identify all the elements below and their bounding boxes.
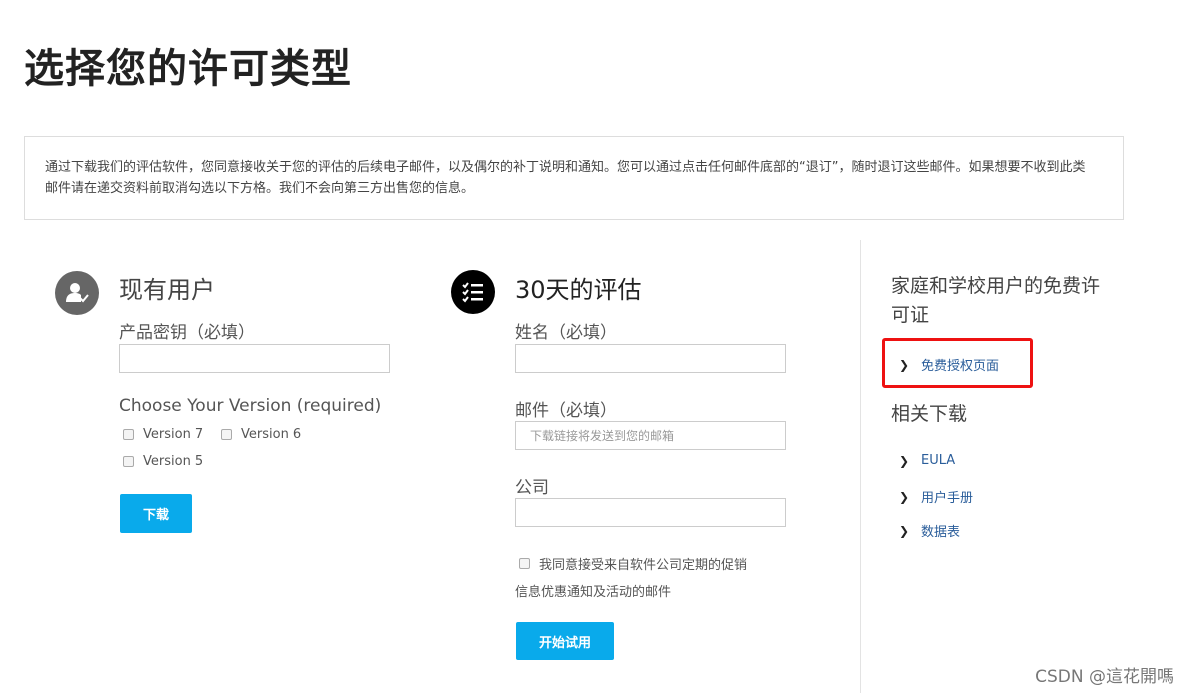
chevron-right-icon: ❯	[899, 523, 910, 538]
product-key-label: 产品密钥（必填）	[119, 323, 255, 343]
email-label: 邮件（必填）	[515, 401, 617, 421]
eula-link-label: EULA	[921, 453, 956, 468]
existing-user-title: 现有用户	[119, 276, 215, 304]
chevron-right-icon: ❯	[899, 489, 910, 504]
free-license-link-label: 免费授权页面	[921, 359, 1000, 374]
free-license-heading-line-2: 可证	[891, 304, 930, 326]
company-input[interactable]	[515, 498, 786, 527]
datasheet-link[interactable]: ❯ 数据表	[899, 521, 961, 541]
trial-title: 30天的评估	[515, 276, 642, 304]
user-manual-link[interactable]: ❯ 用户手册	[899, 487, 974, 507]
page-title: 选择您的许可类型	[24, 46, 352, 92]
download-button[interactable]: 下载	[120, 494, 192, 533]
version-6-label: Version 6	[241, 427, 302, 442]
start-trial-button[interactable]: 开始试用	[516, 622, 614, 660]
chevron-right-icon: ❯	[899, 453, 910, 468]
version-5-label: Version 5	[143, 454, 204, 469]
consent-checkbox[interactable]	[519, 558, 530, 569]
free-license-heading-line-1: 家庭和学校用户的免费许	[891, 275, 1101, 297]
name-input[interactable]	[515, 344, 786, 373]
watermark: CSDN @這花開嗎	[1035, 667, 1174, 687]
company-label: 公司	[515, 478, 549, 498]
free-license-link[interactable]: ❯ 免费授权页面	[899, 355, 1000, 375]
version-5-checkbox[interactable]	[123, 456, 134, 467]
version-6-option[interactable]: Version 6	[221, 427, 301, 442]
product-key-input[interactable]	[119, 344, 390, 373]
consent-line-1: 我同意接受来自软件公司定期的促销	[539, 558, 748, 573]
version-5-option[interactable]: Version 5	[123, 454, 203, 469]
email-input[interactable]	[515, 421, 786, 450]
notice-box: 通过下载我们的评估软件，您同意接收关于您的评估的后续电子邮件，以及偶尔的补丁说明…	[24, 136, 1124, 220]
datasheet-link-label: 数据表	[921, 525, 961, 540]
free-license-heading: 家庭和学校用户的免费许 可证	[891, 272, 1100, 330]
sidebar-divider	[860, 240, 861, 693]
eula-link[interactable]: ❯ EULA	[899, 453, 955, 468]
consent-option[interactable]: 我同意接受来自软件公司定期的促销	[519, 554, 747, 573]
checklist-icon	[451, 270, 495, 314]
version-7-checkbox[interactable]	[123, 429, 134, 440]
version-7-label: Version 7	[143, 427, 204, 442]
name-label: 姓名（必填）	[515, 323, 617, 343]
consent-line-2: 信息优惠通知及活动的邮件	[515, 585, 672, 600]
chevron-right-icon: ❯	[899, 357, 910, 372]
version-7-option[interactable]: Version 7	[123, 427, 203, 442]
version-label: Choose Your Version (required)	[119, 396, 382, 416]
user-manual-link-label: 用户手册	[921, 491, 974, 506]
user-check-icon	[55, 271, 99, 315]
version-6-checkbox[interactable]	[221, 429, 232, 440]
downloads-heading: 相关下载	[891, 403, 968, 425]
